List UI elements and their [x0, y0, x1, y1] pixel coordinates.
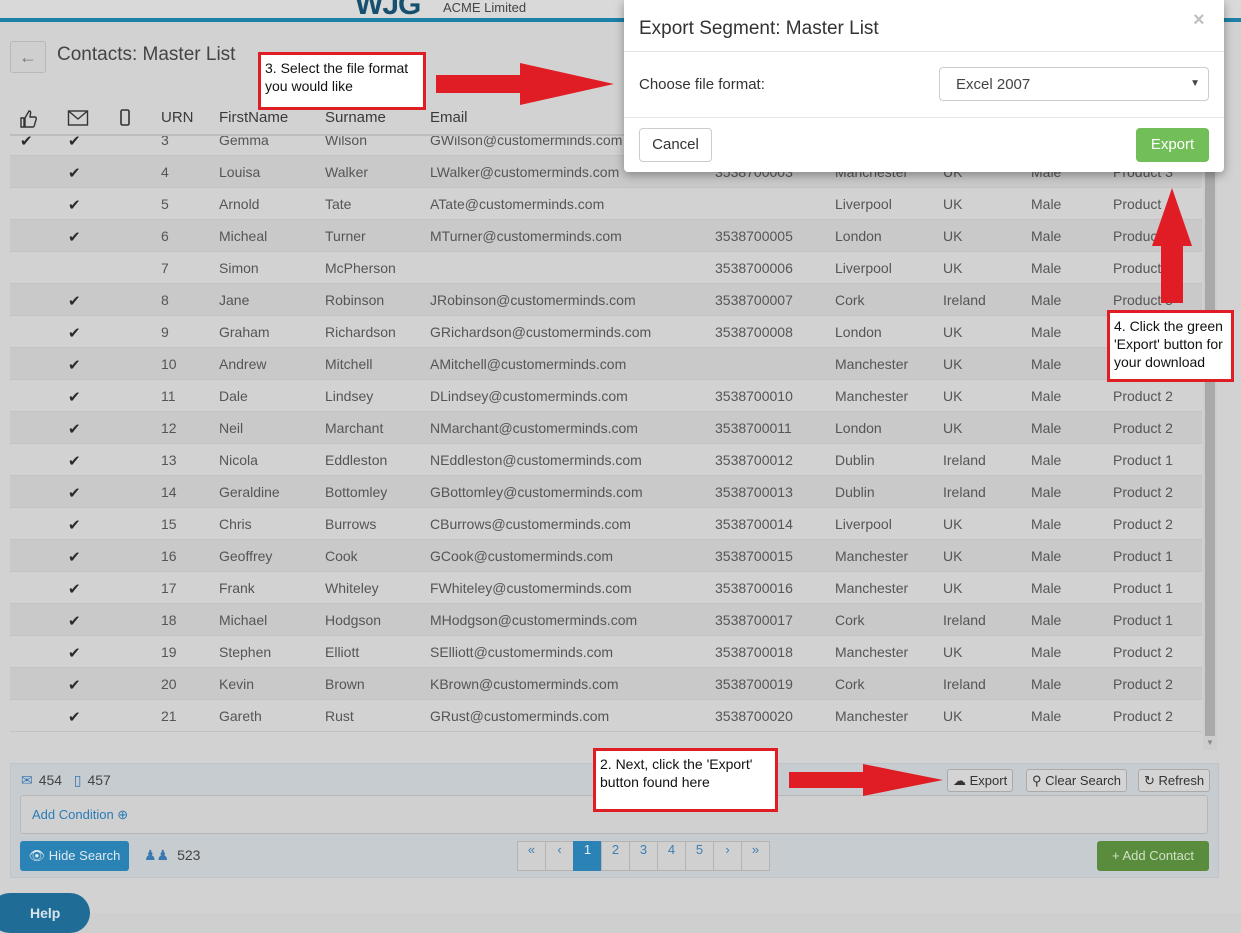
callout-step4: 4. Click the green 'Export' button for y… [1107, 310, 1234, 382]
arrow-step4 [1152, 188, 1192, 303]
callout-step2: 2. Next, click the 'Export' button found… [593, 748, 778, 812]
arrow-step3 [436, 63, 614, 105]
callout-step3: 3. Select the file format you would like [258, 52, 426, 110]
contacts-page: WJG ACME Limited ← Contacts: Master List… [0, 0, 1241, 933]
arrow-step2 [789, 764, 943, 796]
